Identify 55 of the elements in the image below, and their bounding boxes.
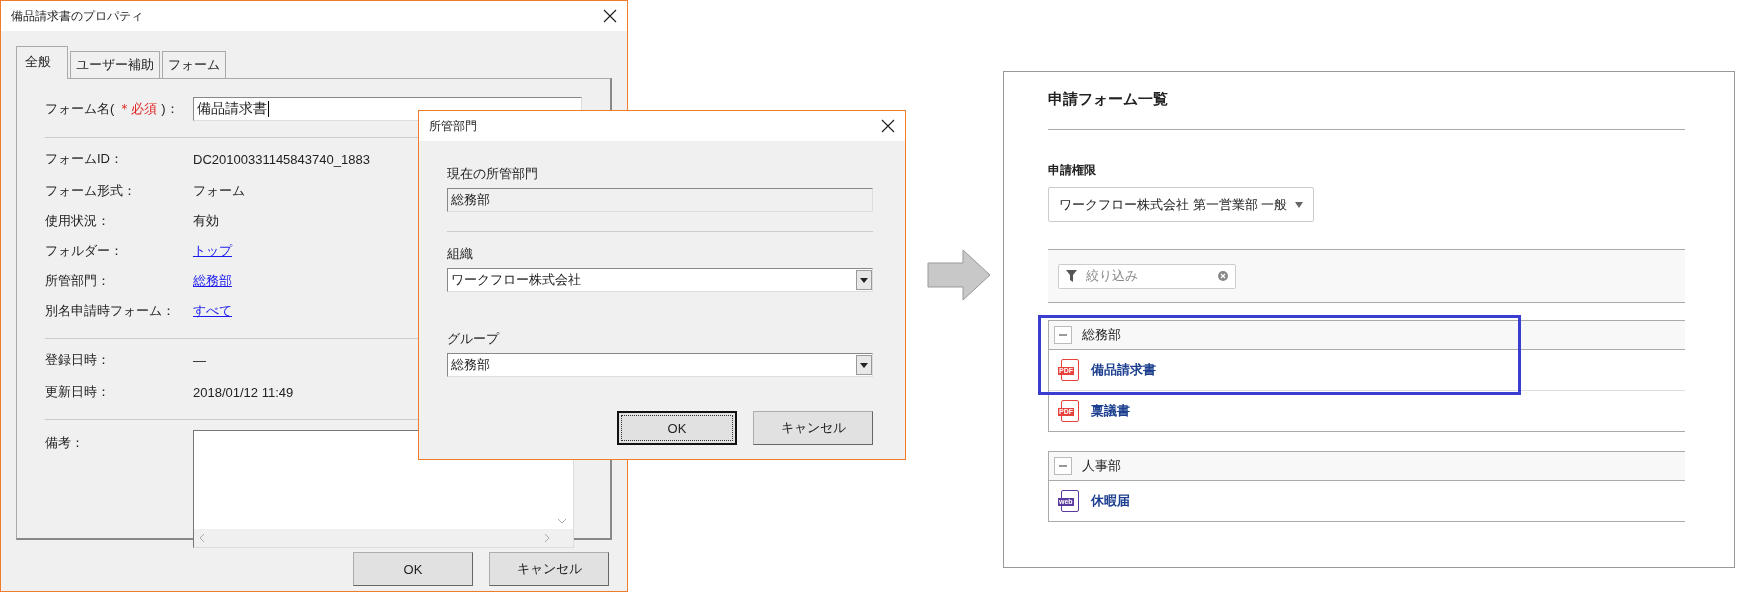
group-header[interactable]: 人事部 bbox=[1049, 452, 1685, 481]
field-value: — bbox=[193, 352, 206, 368]
dialog-button[interactable]: キャンセル bbox=[489, 552, 609, 586]
field-label: 組織 bbox=[447, 245, 474, 263]
filter-field[interactable]: 絞り込み bbox=[1058, 263, 1236, 289]
field-label: 現在の所管部門 bbox=[447, 165, 539, 183]
value-link[interactable]: 総務部 bbox=[193, 272, 232, 290]
field-label: フォーム形式： bbox=[45, 182, 137, 200]
field-value: 有効 bbox=[193, 212, 219, 230]
group-header[interactable]: 総務部 bbox=[1049, 321, 1685, 350]
field-label: グループ bbox=[447, 330, 501, 348]
form-name-label: フォーム名( ＊必須 )： bbox=[45, 100, 180, 118]
scroll-down-icon[interactable] bbox=[557, 517, 567, 525]
tab[interactable]: ユーザー補助 bbox=[70, 51, 160, 78]
field-label: 使用状況： bbox=[45, 212, 111, 230]
field-value: DC20100331145843740_1883 bbox=[193, 151, 370, 167]
close-icon[interactable] bbox=[603, 9, 617, 23]
field-label: 更新日時： bbox=[45, 383, 111, 401]
filter-icon bbox=[1066, 270, 1077, 282]
dialog-button[interactable]: OK bbox=[353, 552, 473, 586]
close-icon[interactable] bbox=[881, 119, 895, 133]
field-label: 別名申請時フォーム： bbox=[45, 302, 176, 320]
page-title: 申請フォーム一覧 bbox=[1048, 90, 1169, 109]
group-dropdown[interactable]: 総務部 bbox=[447, 353, 873, 377]
field-label: フォルダー： bbox=[45, 242, 124, 260]
form-link[interactable]: 稟議書 bbox=[1091, 402, 1130, 420]
field-label: 所管部門： bbox=[45, 272, 111, 290]
field-label: 登録日時： bbox=[45, 351, 111, 369]
collapse-icon[interactable] bbox=[1054, 457, 1072, 475]
form-link[interactable]: 休暇届 bbox=[1091, 492, 1130, 510]
notes-field[interactable] bbox=[193, 430, 574, 548]
value-link[interactable]: すべて bbox=[193, 302, 232, 320]
current-department-field: 総務部 bbox=[447, 188, 873, 212]
organization-dropdown[interactable]: ワークフロー株式会社 bbox=[447, 268, 873, 292]
right-arrow-icon bbox=[927, 249, 991, 301]
window-title: 備品請求書のプロパティ bbox=[11, 7, 143, 25]
permission-dropdown[interactable]: ワークフロー株式会社 第一営業部 一般 bbox=[1048, 187, 1315, 222]
dialog-button[interactable]: OK bbox=[617, 411, 737, 445]
field-label: 備考： bbox=[45, 434, 85, 452]
field-value: フォーム bbox=[193, 182, 245, 200]
collapse-icon[interactable] bbox=[1054, 326, 1072, 344]
group-name: 総務部 bbox=[1082, 326, 1121, 344]
scroll-right-icon[interactable] bbox=[543, 533, 551, 543]
tab[interactable]: フォーム bbox=[162, 51, 226, 78]
field-value: 2018/01/12 11:49 bbox=[193, 384, 294, 400]
clear-icon[interactable] bbox=[1218, 271, 1228, 281]
dialog-button[interactable]: キャンセル bbox=[753, 411, 873, 445]
tab[interactable]: 全般 bbox=[16, 46, 68, 79]
field-label: フォームID： bbox=[45, 150, 124, 168]
form-link[interactable]: 備品請求書 bbox=[1091, 361, 1156, 379]
value-link[interactable]: トップ bbox=[193, 242, 232, 260]
group-name: 人事部 bbox=[1082, 457, 1121, 475]
scroll-left-icon[interactable] bbox=[198, 533, 206, 543]
dropdown-arrow-icon bbox=[1295, 201, 1304, 208]
permission-label: 申請権限 bbox=[1048, 162, 1097, 179]
